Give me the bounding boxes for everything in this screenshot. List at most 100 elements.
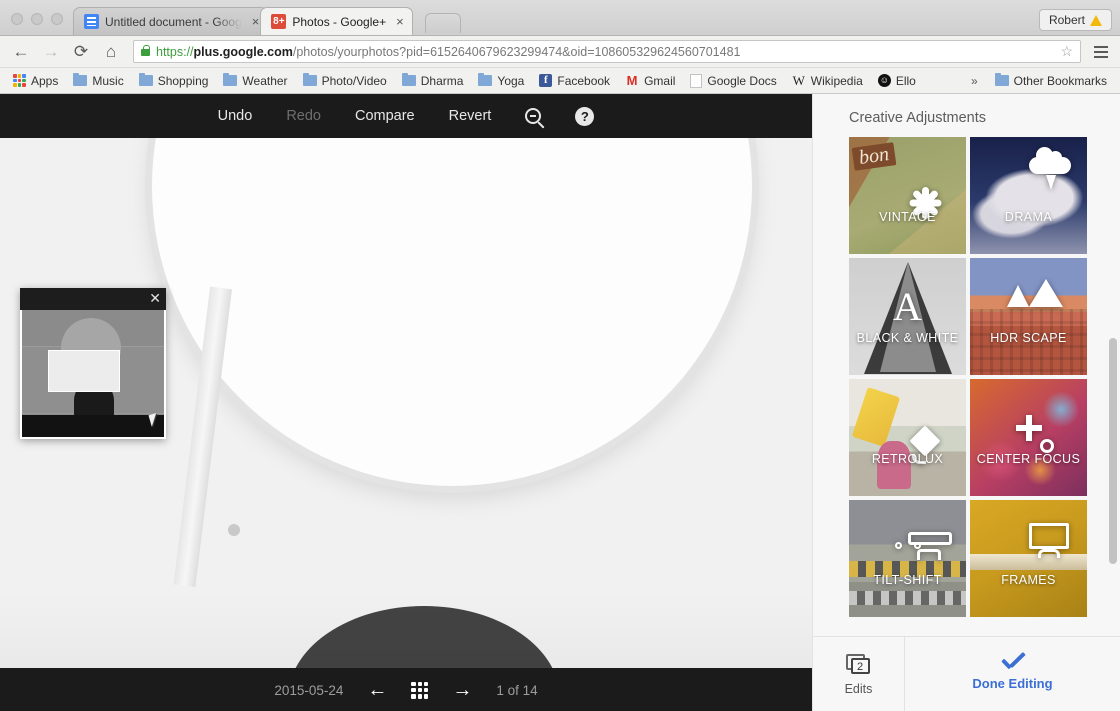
url-scheme: https://: [156, 44, 194, 59]
bookmark-yoga[interactable]: Yoga: [471, 72, 531, 90]
undo-button[interactable]: Undo: [218, 108, 253, 124]
redo-button[interactable]: Redo: [286, 108, 321, 124]
apps-grid-icon: [13, 74, 26, 87]
bookmark-label: Shopping: [157, 73, 209, 88]
navigator-thumbnail[interactable]: [22, 310, 164, 437]
bookmark-photo-video[interactable]: Photo/Video: [296, 72, 394, 90]
bookmark-label: Apps: [31, 73, 59, 88]
edits-stack-icon: 2: [845, 653, 872, 676]
folder-icon: [478, 73, 493, 86]
filter-label: TILT-SHIFT: [873, 573, 942, 587]
folder-icon: [73, 73, 88, 86]
next-photo-button[interactable]: →: [452, 680, 472, 700]
forward-button[interactable]: →: [38, 39, 64, 65]
bookmark-star-icon[interactable]: ☆: [1060, 43, 1073, 60]
bookmark-weather[interactable]: Weather: [216, 72, 294, 90]
warning-triangle-icon: [1090, 14, 1102, 26]
filter-tile-center-focus[interactable]: CENTER FOCUS: [970, 379, 1087, 496]
filter-label: HDR SCAPE: [990, 331, 1067, 345]
filter-tile-tilt-shift[interactable]: TILT-SHIFT: [849, 500, 966, 617]
document-icon: [690, 73, 703, 88]
previous-photo-button[interactable]: ←: [367, 680, 387, 700]
mirror-shape: [152, 138, 752, 486]
photo-date: 2015-05-24: [274, 682, 344, 698]
bookmark-label: Music: [92, 73, 124, 88]
bookmark-other-bookmarks[interactable]: Other Bookmarks: [988, 72, 1114, 90]
filter-tile-hdr-scape[interactable]: HDR SCAPE: [970, 258, 1087, 375]
zoom-out-icon[interactable]: [525, 108, 542, 124]
minimize-window-button[interactable]: [31, 13, 43, 25]
bookmark-wikipedia[interactable]: W Wikipedia: [785, 71, 870, 91]
bookmarks-bar: Apps Music Shopping Weather Photo/Video …: [0, 68, 1120, 94]
bookmark-gmail[interactable]: M Gmail: [618, 71, 682, 90]
tile-thumbnail: [849, 500, 966, 617]
reload-button[interactable]: ⟳: [68, 39, 94, 65]
home-button[interactable]: ⌂: [98, 39, 124, 65]
bookmarks-overflow-button[interactable]: »: [963, 72, 986, 90]
side-panel-scrollbar[interactable]: [1107, 94, 1120, 636]
filter-tile-drama[interactable]: DRAMA: [970, 137, 1087, 254]
side-panel: Creative Adjustments bon VINTAGE DRAMA A…: [812, 94, 1120, 711]
gmail-icon: M: [626, 73, 638, 88]
bookmark-google-docs[interactable]: Google Docs: [683, 72, 783, 90]
filter-tile-vintage[interactable]: VINTAGE: [849, 137, 966, 254]
help-icon[interactable]: ?: [575, 106, 595, 126]
url-host: plus.google.com: [193, 44, 293, 59]
tile-thumbnail: [970, 500, 1087, 617]
edits-count: 2: [850, 657, 870, 674]
bookmark-label: Other Bookmarks: [1013, 73, 1107, 88]
filter-tile-frames[interactable]: FRAMES: [970, 500, 1087, 617]
editor-toolbar: Undo Redo Compare Revert ?: [0, 94, 812, 138]
bookmark-dharma[interactable]: Dharma: [395, 72, 471, 90]
new-tab-button[interactable]: [424, 13, 461, 33]
done-editing-button[interactable]: Done Editing: [905, 637, 1120, 711]
photo-stage[interactable]: ✕: [0, 138, 812, 711]
bookmark-music[interactable]: Music: [66, 72, 130, 90]
bookmark-ello[interactable]: ☺ Ello: [871, 72, 923, 90]
letter-a-icon: A: [893, 284, 922, 330]
filter-tile-retrolux[interactable]: RETROLUX: [849, 379, 966, 496]
facebook-icon: f: [539, 74, 553, 87]
bookmark-label: Yoga: [497, 73, 525, 88]
bookmark-label: Wikipedia: [810, 73, 863, 88]
bookmark-label: Weather: [242, 73, 288, 88]
bookmark-facebook[interactable]: f Facebook: [532, 72, 617, 90]
close-icon[interactable]: ×: [252, 15, 260, 28]
tile-thumbnail: [970, 258, 1087, 375]
chrome-menu-button[interactable]: [1090, 45, 1112, 58]
tab-photos-google-plus[interactable]: 8+ Photos - Google+ ×: [260, 7, 413, 35]
tab-title: Photos - Google+: [292, 14, 387, 29]
address-bar[interactable]: https://plus.google.com/photos/yourphoto…: [133, 40, 1081, 63]
revert-button[interactable]: Revert: [449, 108, 492, 124]
filter-tiles-grid: VINTAGE DRAMA A BLACK &: [849, 137, 1120, 617]
tab-untitled-document[interactable]: Untitled document - Goog ×: [73, 7, 269, 35]
editor-pane: Undo Redo Compare Revert ? ✕ 2015-05-24 …: [0, 94, 812, 711]
close-icon[interactable]: ✕: [149, 290, 161, 306]
scrollbar-thumb[interactable]: [1109, 338, 1117, 564]
ello-icon: ☺: [877, 74, 891, 87]
window-controls[interactable]: [0, 13, 73, 35]
bookmark-label: Gmail: [644, 73, 676, 88]
filter-tile-black-and-white[interactable]: A BLACK & WHITE: [849, 258, 966, 375]
close-window-button[interactable]: [11, 13, 23, 25]
bookmark-apps[interactable]: Apps: [6, 72, 65, 90]
compare-button[interactable]: Compare: [355, 108, 415, 124]
photo-position-counter: 1 of 14: [496, 682, 538, 698]
bookmarks-overflow-area: » Other Bookmarks: [963, 72, 1114, 90]
bookmark-label: Dharma: [420, 73, 464, 88]
folder-icon: [994, 73, 1009, 86]
navigator-overlay[interactable]: ✕: [20, 288, 166, 439]
edits-button[interactable]: 2 Edits: [813, 637, 905, 711]
navigator-bottom-band: [22, 415, 164, 437]
close-icon[interactable]: ×: [396, 15, 404, 28]
grid-view-icon[interactable]: [411, 681, 429, 699]
bookmark-shopping[interactable]: Shopping: [132, 72, 216, 90]
mirror-knob-shape: [228, 524, 240, 536]
photo-editor-app: Undo Redo Compare Revert ? ✕ 2015-05-24 …: [0, 94, 1120, 711]
back-button[interactable]: ←: [8, 39, 34, 65]
maximize-window-button[interactable]: [51, 13, 63, 25]
profile-chip[interactable]: Robert: [1038, 9, 1112, 31]
url-path: /photos/yourphotos?pid=61526406796232994…: [292, 44, 741, 59]
bookmark-label: Photo/Video: [321, 73, 387, 88]
navigator-viewport-rect[interactable]: [48, 350, 120, 392]
